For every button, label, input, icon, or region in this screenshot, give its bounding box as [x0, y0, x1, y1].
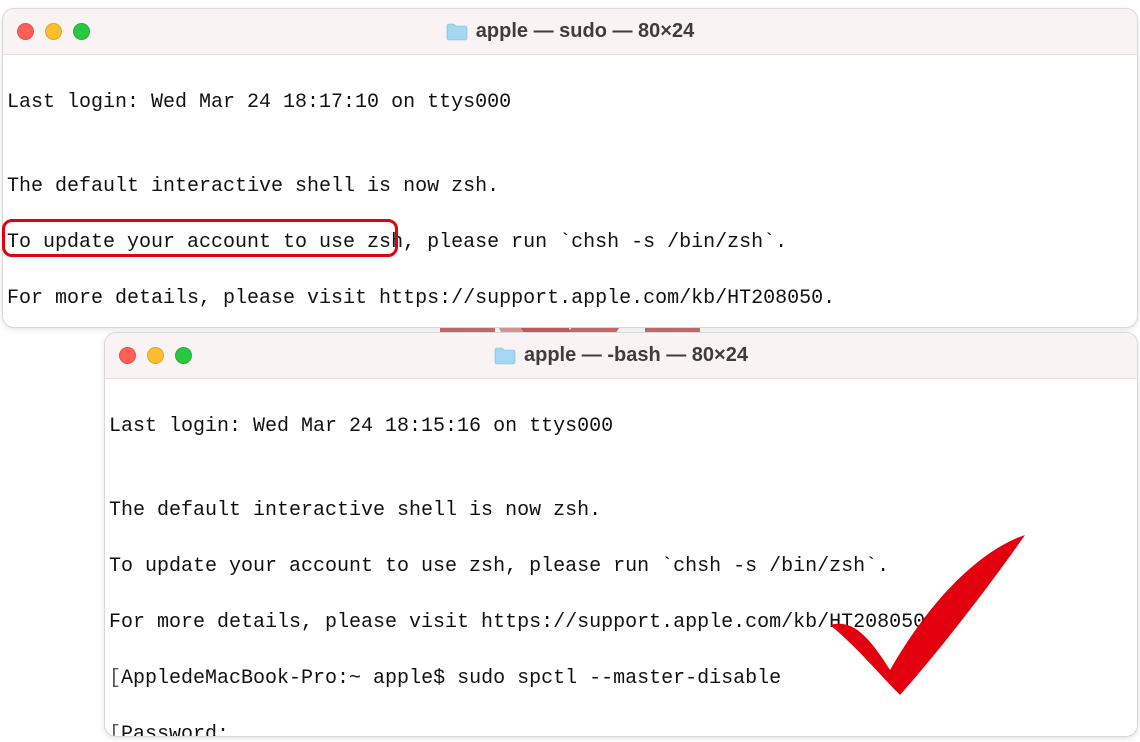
terminal-line: To update your account to use zsh, pleas… — [7, 229, 1133, 257]
close-icon[interactable] — [119, 347, 136, 364]
terminal-line: [AppledeMacBook-Pro:~ apple$ sudo spctl … — [109, 665, 1133, 693]
zoom-icon[interactable] — [175, 347, 192, 364]
terminal-window-bash[interactable]: apple — -bash — 80×24 Last login: Wed Ma… — [104, 332, 1138, 737]
window-controls — [105, 347, 192, 364]
zoom-icon[interactable] — [73, 23, 90, 40]
window-title: apple — -bash — 80×24 — [524, 344, 748, 367]
close-icon[interactable] — [17, 23, 34, 40]
window-titlebar[interactable]: apple — -bash — 80×24 — [105, 333, 1137, 379]
minimize-icon[interactable] — [147, 347, 164, 364]
folder-icon — [494, 347, 516, 365]
terminal-line: To update your account to use zsh, pleas… — [109, 553, 1133, 581]
window-controls — [3, 23, 90, 40]
terminal-line: The default interactive shell is now zsh… — [7, 173, 1133, 201]
terminal-output[interactable]: Last login: Wed Mar 24 18:17:10 on ttys0… — [3, 55, 1137, 328]
terminal-line: The default interactive shell is now zsh… — [109, 497, 1133, 525]
terminal-window-sudo[interactable]: apple — sudo — 80×24 Last login: Wed Mar… — [2, 8, 1138, 328]
terminal-line: Last login: Wed Mar 24 18:15:16 on ttys0… — [109, 413, 1133, 441]
terminal-output[interactable]: Last login: Wed Mar 24 18:15:16 on ttys0… — [105, 379, 1137, 737]
terminal-line: For more details, please visit https://s… — [7, 285, 1133, 313]
terminal-line: [Password: — [109, 721, 1133, 737]
window-titlebar[interactable]: apple — sudo — 80×24 — [3, 9, 1137, 55]
terminal-line: Last login: Wed Mar 24 18:17:10 on ttys0… — [7, 89, 1133, 117]
folder-icon — [446, 23, 468, 41]
window-title: apple — sudo — 80×24 — [476, 20, 694, 43]
minimize-icon[interactable] — [45, 23, 62, 40]
terminal-line: For more details, please visit https://s… — [109, 609, 1133, 637]
